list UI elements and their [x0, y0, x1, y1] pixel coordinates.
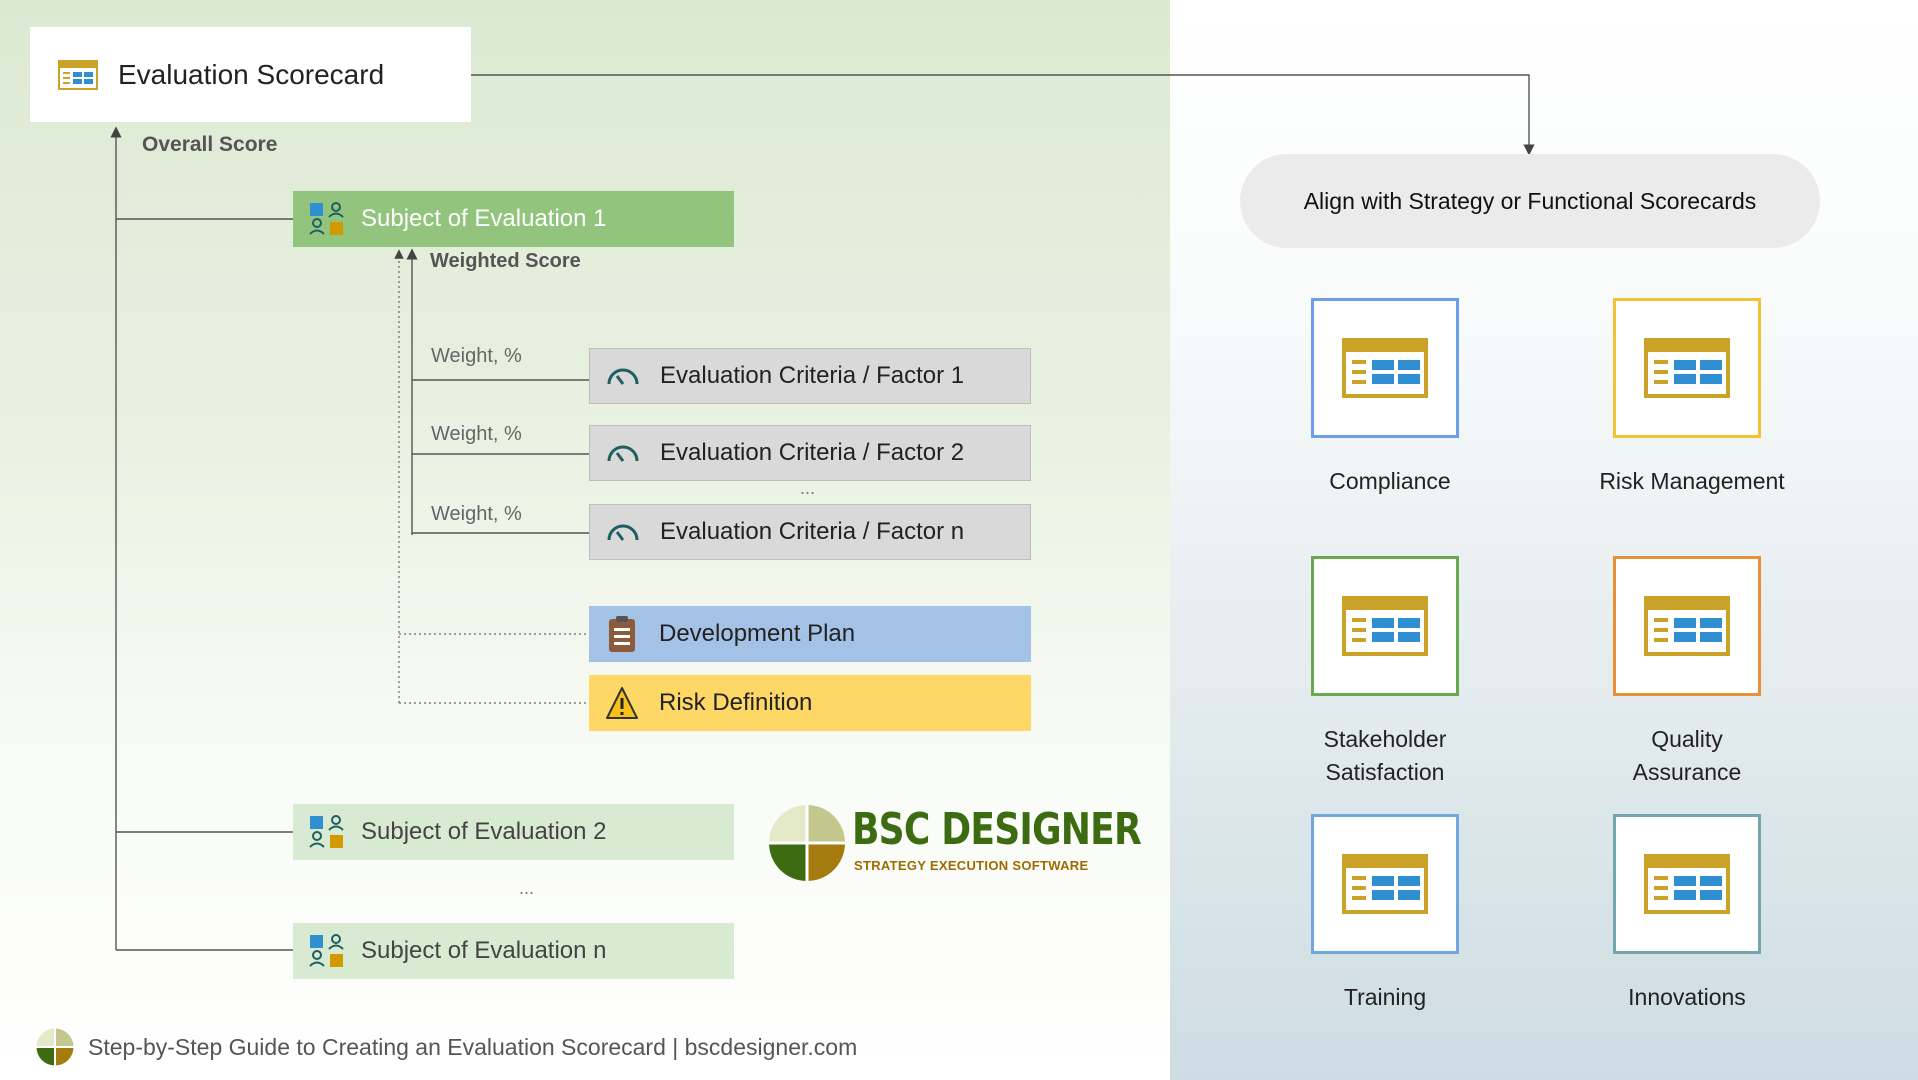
evaluation-scorecard-title: Evaluation Scorecard	[118, 58, 385, 90]
criteria-label: Evaluation Criteria / Factor 1	[660, 362, 965, 389]
footer: Step-by-Step Guide to Creating an Evalua…	[36, 1028, 857, 1066]
align-pill[interactable]: Align with Strategy or Functional Scorec…	[1240, 154, 1820, 248]
logo-emblem	[769, 805, 845, 881]
clipboard-icon	[609, 616, 635, 652]
evaluation-criteria-n[interactable]: Evaluation Criteria / Factor n	[589, 504, 1031, 560]
quality-label-line1: Quality	[1651, 726, 1723, 752]
weight-label: Weight, %	[431, 345, 522, 367]
subject-label: Subject of Evaluation 1	[361, 205, 607, 232]
weight-label: Weight, %	[431, 423, 522, 445]
gauge-icon	[607, 368, 639, 385]
bsc-designer-logo: BSC DESIGNER STRATEGY EXECUTION SOFTWARE	[768, 802, 1142, 886]
development-plan[interactable]: Development Plan	[589, 606, 1031, 662]
training-scorecard[interactable]	[1311, 814, 1459, 954]
scorecard-icon	[1644, 854, 1730, 914]
innovations-label-line: Innovations	[1628, 984, 1746, 1010]
scorecard-icon	[1342, 596, 1428, 656]
scorecard-icon	[1644, 596, 1730, 656]
footer-logo-icon	[36, 1028, 74, 1066]
gauge-icon	[607, 445, 639, 462]
weight-label: Weight, %	[431, 503, 522, 525]
scorecard-icon	[1644, 338, 1730, 398]
logo-tagline: STRATEGY EXECUTION SOFTWARE	[854, 858, 1089, 873]
scorecard-icon	[1342, 338, 1428, 398]
align-label: Align with Strategy or Functional Scorec…	[1303, 187, 1757, 214]
scorecard-icon	[1342, 854, 1428, 914]
subject-of-evaluation-1[interactable]: Subject of Evaluation 1	[293, 191, 734, 247]
evaluation-criteria-2[interactable]: Evaluation Criteria / Factor 2	[589, 425, 1031, 481]
risk-management-scorecard[interactable]	[1613, 298, 1761, 438]
quality-assurance-label: Quality Assurance	[1567, 723, 1807, 789]
warning-icon	[606, 687, 638, 719]
training-label: Training	[1265, 981, 1505, 1014]
criteria-label: Evaluation Criteria / Factor n	[660, 518, 965, 545]
subject-label: Subject of Evaluation n	[361, 937, 607, 964]
compliance-label-line: Compliance	[1329, 468, 1451, 494]
innovations-scorecard[interactable]	[1613, 814, 1761, 954]
logo-brand: BSC DESIGNER	[852, 804, 1142, 855]
stakeholder-label-line2: Satisfaction	[1325, 759, 1445, 785]
subject-icon	[309, 815, 344, 848]
compliance-label: Compliance	[1270, 465, 1510, 498]
evaluation-scorecard-card[interactable]: Evaluation Scorecard	[30, 27, 471, 122]
weighted-score-label: Weighted Score	[430, 250, 581, 272]
subject-icon	[309, 202, 344, 235]
stakeholder-satisfaction-label: Stakeholder Satisfaction	[1265, 723, 1505, 789]
training-label-line: Training	[1343, 984, 1427, 1010]
scorecard-icon	[58, 59, 98, 90]
subject-icon	[309, 934, 344, 967]
subject-label: Subject of Evaluation 2	[361, 818, 607, 845]
footer-text: Step-by-Step Guide to Creating an Evalua…	[88, 1033, 858, 1060]
quality-assurance-scorecard[interactable]	[1613, 556, 1761, 696]
subject-of-evaluation-n[interactable]: Subject of Evaluation n	[293, 923, 734, 979]
stakeholder-label-line1: Stakeholder	[1323, 726, 1447, 752]
innovations-label: Innovations	[1567, 981, 1807, 1014]
stakeholder-satisfaction-scorecard[interactable]	[1311, 556, 1459, 696]
subjects-ellipsis: ...	[519, 878, 535, 898]
risk-management-label-line: Risk Management	[1599, 468, 1785, 494]
risk-management-label: Risk Management	[1572, 465, 1812, 498]
development-plan-label: Development Plan	[659, 620, 856, 647]
risk-definition-label: Risk Definition	[659, 689, 813, 716]
risk-definition[interactable]: Risk Definition	[589, 675, 1031, 731]
quality-label-line2: Assurance	[1632, 759, 1742, 785]
evaluation-criteria-1[interactable]: Evaluation Criteria / Factor 1	[589, 348, 1031, 404]
gauge-icon	[607, 524, 639, 541]
criteria-label: Evaluation Criteria / Factor 2	[660, 439, 965, 466]
criteria-ellipsis: ...	[800, 478, 816, 498]
compliance-scorecard[interactable]	[1311, 298, 1459, 438]
overall-score-label: Overall Score	[142, 133, 278, 156]
subject-of-evaluation-2[interactable]: Subject of Evaluation 2	[293, 804, 734, 860]
